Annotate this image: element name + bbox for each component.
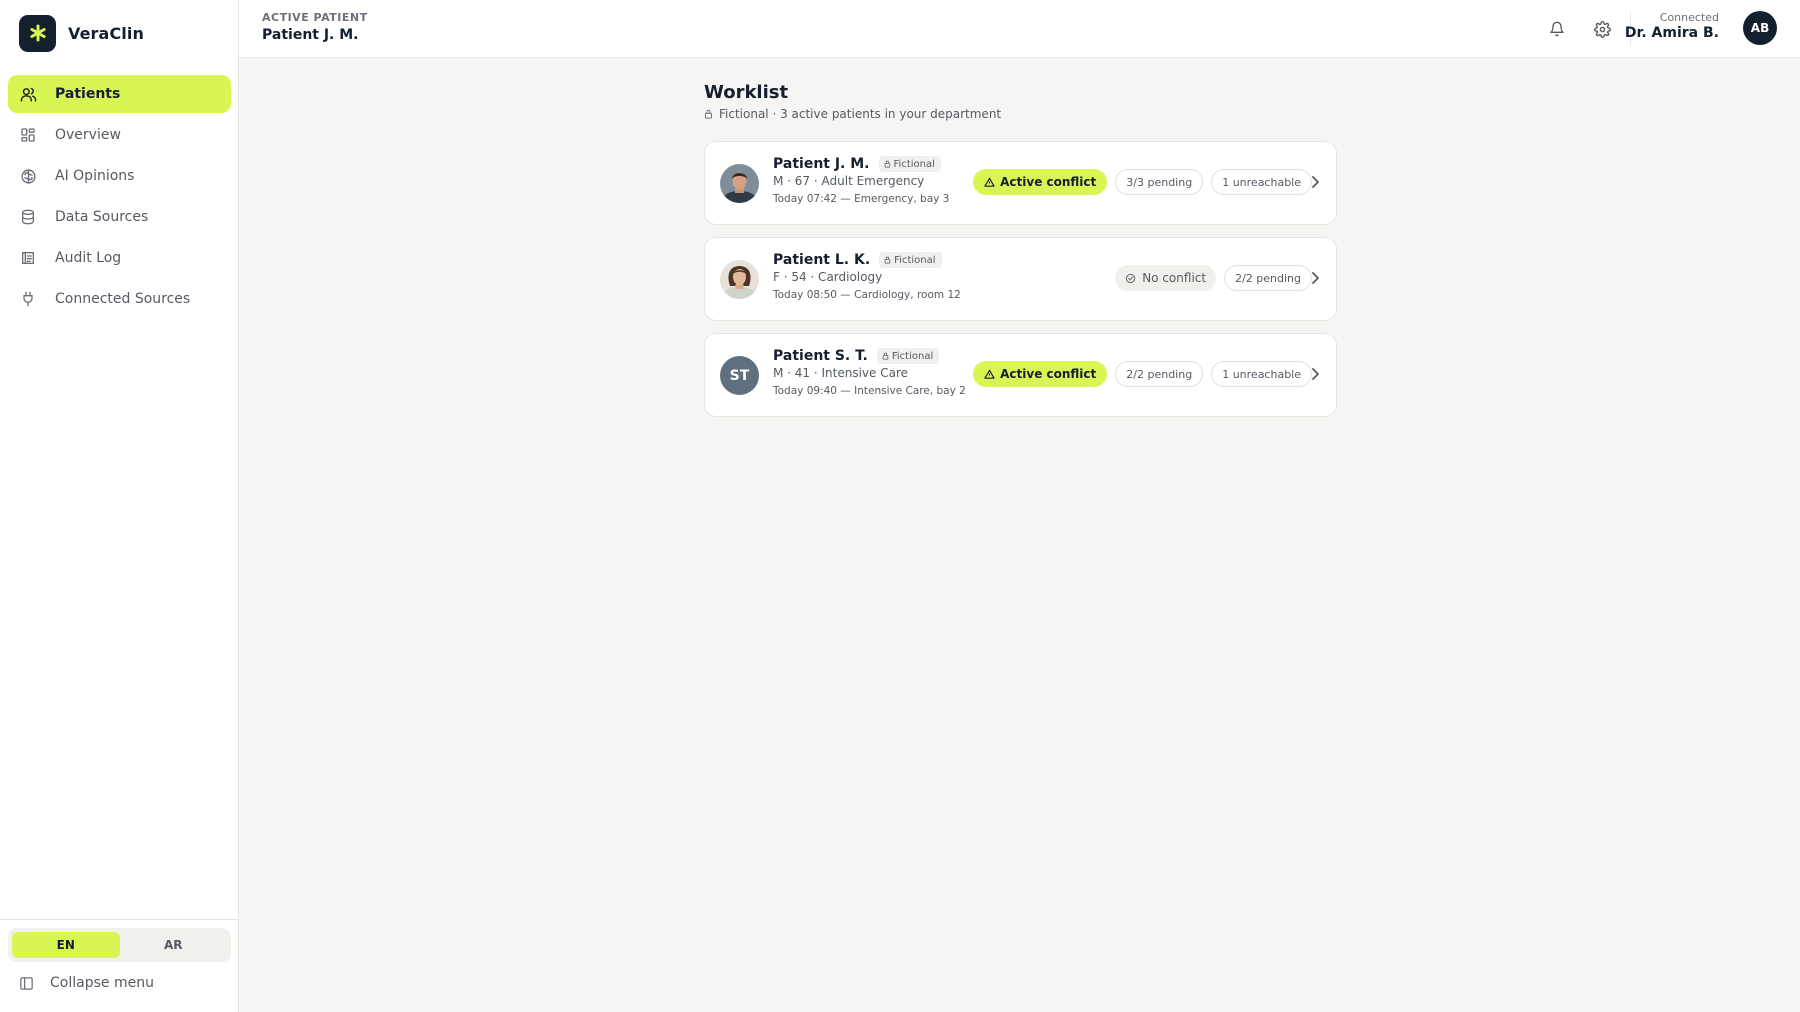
patient-card[interactable]: ST Patient S. T. Fictional M · 41 · Inte…: [704, 333, 1337, 417]
sidebar-collapse-icon: [19, 976, 34, 991]
top-bar: ACTIVE PATIENT Patient J. M. Connected D…: [239, 0, 1800, 58]
app-name: VeraClin: [68, 23, 144, 43]
patient-name: Patient J. M.: [773, 156, 870, 172]
lock-icon: [882, 352, 889, 360]
user-info[interactable]: Connected Dr. Amira B.: [1625, 11, 1719, 41]
patient-badges: Active conflict 2/2 pending 1 unreachabl…: [965, 361, 1312, 387]
main-content: Worklist Fictional · 3 active patients i…: [239, 58, 1800, 1012]
pending-badge: 2/2 pending: [1224, 265, 1312, 291]
collapse-menu-button[interactable]: Collapse menu: [19, 975, 154, 991]
warning-icon: [984, 177, 995, 187]
asterisk-icon: [19, 14, 56, 52]
pending-badge: 2/2 pending: [1115, 361, 1204, 387]
lock-icon: [884, 256, 891, 264]
chevron-right-icon: [1310, 175, 1320, 189]
sidebar-item-label: Patients: [55, 86, 121, 102]
sidebar-item-label: Audit Log: [55, 250, 122, 266]
status-badge-label: No conflict: [1142, 271, 1207, 285]
connection-status: Connected: [1659, 11, 1719, 24]
chevron-right-icon: [1310, 271, 1320, 285]
users-icon: [19, 85, 37, 103]
language-ar-button[interactable]: AR: [120, 932, 228, 958]
patient-timestamp: Today 07:42 — Emergency, bay 3: [773, 193, 950, 205]
brain-icon: [19, 167, 37, 185]
gear-icon[interactable]: [1587, 14, 1617, 44]
status-badge: Active conflict: [973, 361, 1108, 387]
patient-name: Patient S. T.: [773, 348, 868, 364]
active-patient-name[interactable]: Patient J. M.: [262, 27, 359, 43]
fictional-tag: Fictional: [878, 156, 941, 172]
patient-avatar: ST: [720, 356, 759, 395]
subtitle-text: Fictional · 3 active patients in your de…: [719, 107, 1002, 121]
status-badge: Active conflict: [973, 169, 1108, 195]
user-name: Dr. Amira B.: [1624, 25, 1719, 41]
status-badge: No conflict: [1115, 265, 1217, 291]
patient-timestamp: Today 09:40 — Intensive Care, bay 2: [773, 385, 966, 397]
sidebar-nav: Patients Overview AI Opinions Data Sourc…: [8, 75, 231, 321]
patient-avatar: [720, 260, 759, 299]
audit-icon: [19, 249, 37, 267]
warning-icon: [984, 369, 995, 379]
patient-meta: M · 67 · Adult Emergency: [773, 174, 925, 188]
unreachable-badge: 1 unreachable: [1211, 169, 1312, 195]
sidebar-footer: EN AR Collapse menu: [0, 919, 239, 1012]
patient-info: Patient S. T. Fictional M · 41 · Intensi…: [773, 348, 966, 397]
chevron-right-icon: [1310, 367, 1320, 381]
fictional-tag-label: Fictional: [891, 350, 934, 362]
patient-info: Patient L. K. Fictional F · 54 · Cardiol…: [773, 252, 961, 301]
patient-avatar: [720, 164, 759, 203]
patient-card[interactable]: Patient L. K. Fictional F · 54 · Cardiol…: [704, 237, 1337, 321]
sidebar-item-overview[interactable]: Overview: [8, 116, 231, 154]
page-subtitle: Fictional · 3 active patients in your de…: [704, 107, 1001, 121]
sidebar-item-label: AI Opinions: [55, 168, 135, 184]
plug-icon: [19, 290, 37, 308]
brand[interactable]: VeraClin: [19, 14, 144, 52]
sidebar-item-audit-log[interactable]: Audit Log: [8, 239, 231, 277]
patient-badges: No conflict 2/2 pending: [1107, 265, 1312, 291]
database-icon: [19, 208, 37, 226]
status-badge-label: Active conflict: [1000, 367, 1097, 381]
patient-name: Patient L. K.: [773, 252, 871, 268]
sidebar: VeraClin Patients Overview AI Opinions D…: [0, 0, 239, 1012]
grid-icon: [19, 126, 37, 144]
fictional-tag: Fictional: [879, 252, 942, 268]
unreachable-badge: 1 unreachable: [1211, 361, 1312, 387]
sidebar-item-data-sources[interactable]: Data Sources: [8, 198, 231, 236]
patient-card[interactable]: Patient J. M. Fictional M · 67 · Adult E…: [704, 141, 1337, 225]
status-badge-label: Active conflict: [1000, 175, 1097, 189]
patient-meta: F · 54 · Cardiology: [773, 270, 883, 284]
fictional-tag-label: Fictional: [894, 254, 936, 266]
sidebar-item-connected-sources[interactable]: Connected Sources: [8, 280, 231, 318]
sidebar-item-label: Connected Sources: [55, 291, 191, 307]
page-title: Worklist: [704, 82, 789, 103]
collapse-menu-label: Collapse menu: [50, 975, 154, 991]
lock-icon: [704, 109, 713, 119]
patient-badges: Active conflict 3/3 pending 1 unreachabl…: [965, 169, 1312, 195]
user-avatar[interactable]: AB: [1743, 11, 1777, 45]
check-circle-icon: [1126, 273, 1136, 283]
sidebar-item-label: Overview: [55, 127, 121, 143]
sidebar-item-patients[interactable]: Patients: [8, 75, 231, 113]
language-en-button[interactable]: EN: [12, 932, 120, 958]
patient-info: Patient J. M. Fictional M · 67 · Adult E…: [773, 156, 949, 205]
bell-icon[interactable]: [1542, 14, 1572, 44]
sidebar-item-label: Data Sources: [55, 209, 149, 225]
fictional-tag-label: Fictional: [893, 158, 935, 170]
patient-timestamp: Today 08:50 — Cardiology, room 12: [773, 289, 961, 301]
lock-icon: [884, 160, 890, 168]
language-switch: EN AR: [8, 928, 231, 962]
patient-meta: M · 41 · Intensive Care: [773, 366, 909, 380]
active-patient-label: ACTIVE PATIENT: [262, 11, 368, 24]
pending-badge: 3/3 pending: [1115, 169, 1204, 195]
fictional-tag: Fictional: [876, 348, 940, 364]
sidebar-item-ai-opinions[interactable]: AI Opinions: [8, 157, 231, 195]
